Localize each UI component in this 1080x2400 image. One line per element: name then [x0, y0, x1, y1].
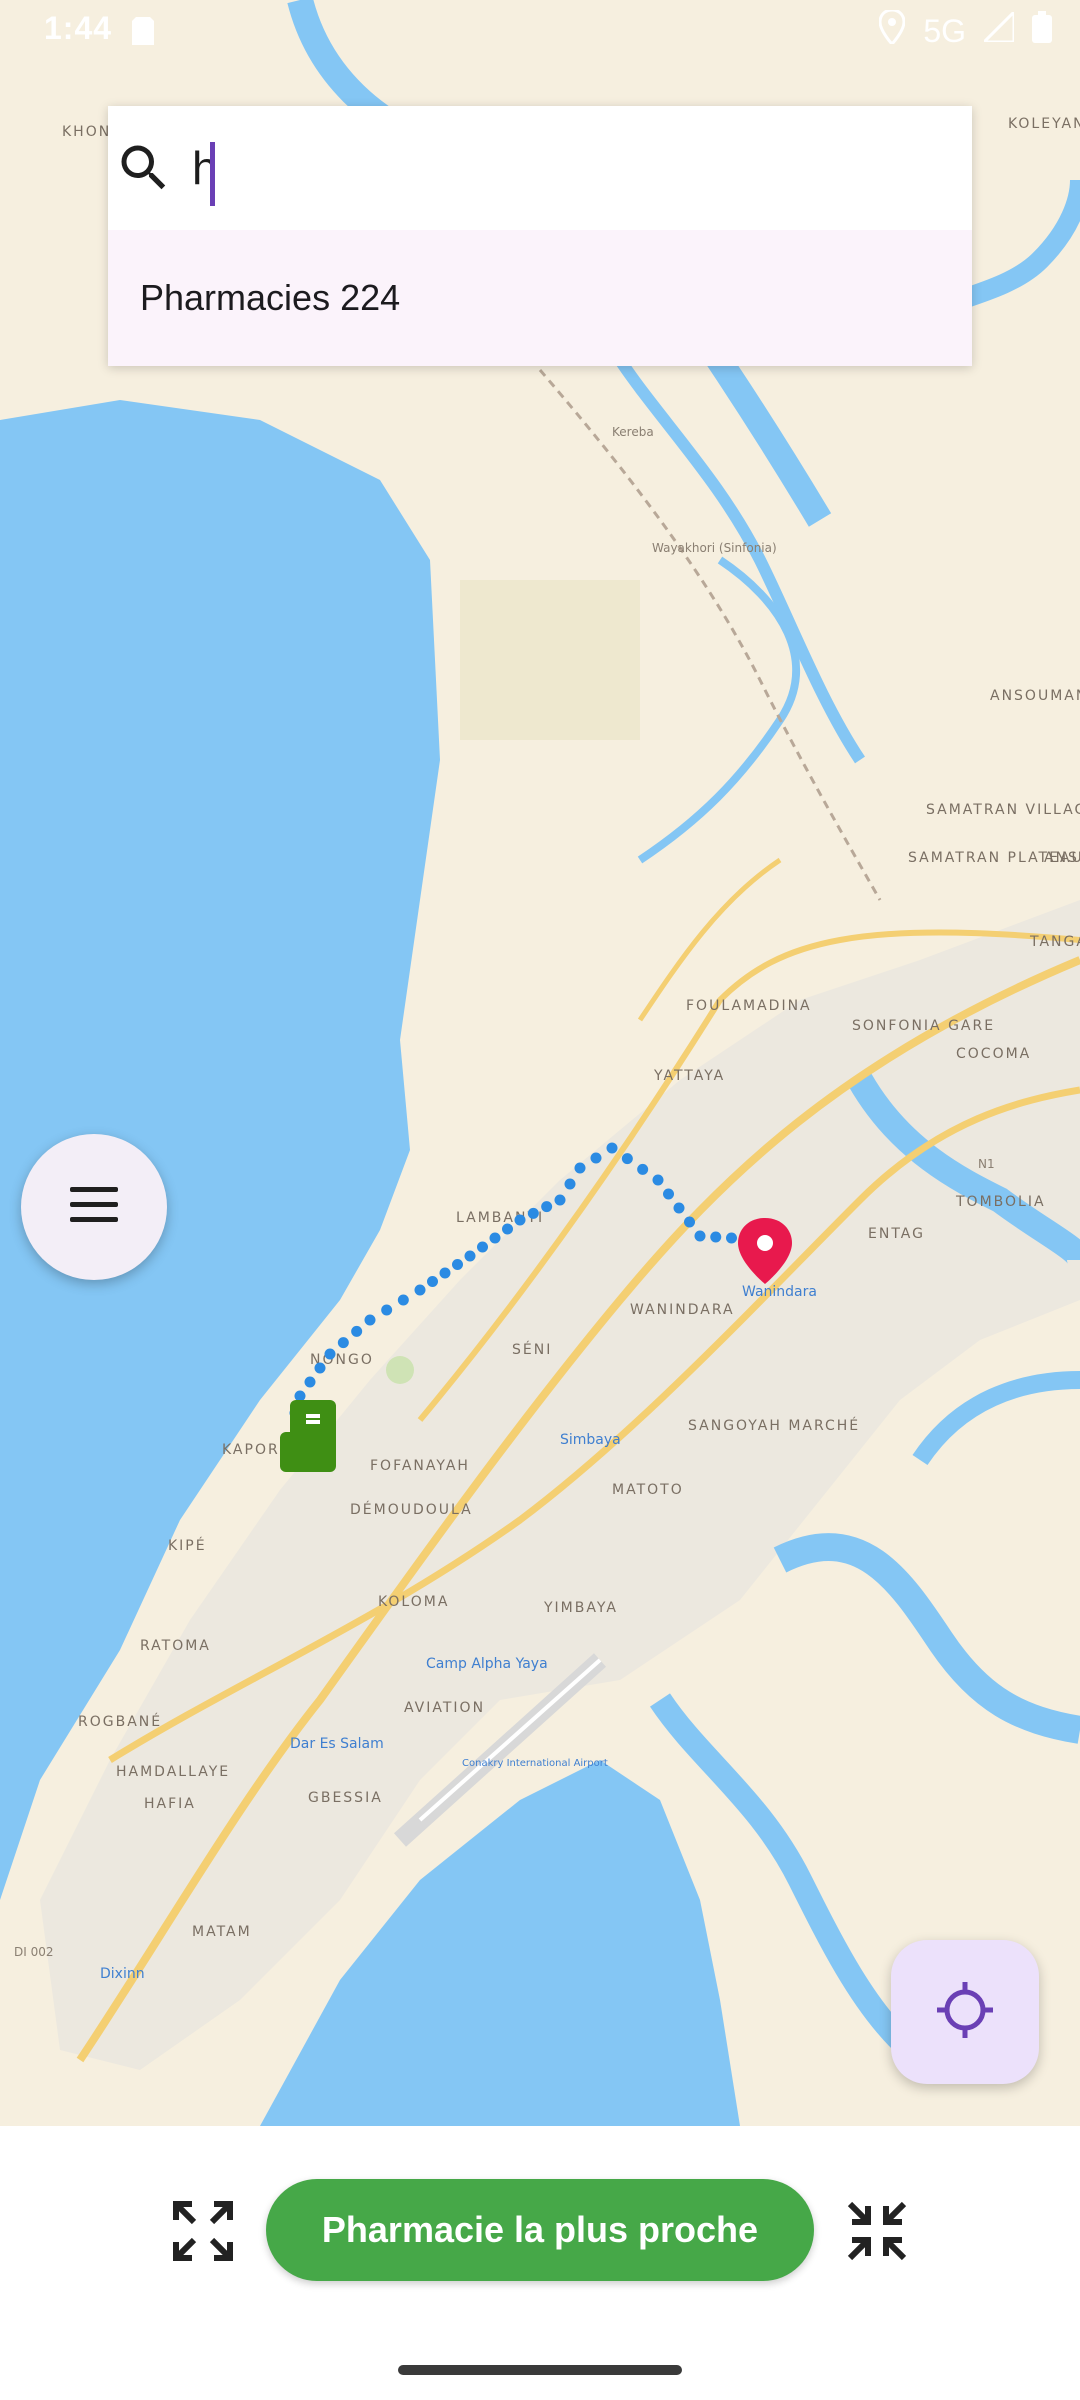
map-label: YATTAYA — [653, 1068, 725, 1084]
suggestion-label: Pharmacies 224 — [140, 277, 401, 318]
route-dot — [606, 1142, 618, 1154]
route-dot — [637, 1163, 649, 1175]
map-label: FOULAMADINA — [686, 998, 812, 1014]
search-icon — [114, 138, 174, 198]
status-time: 1:44 — [44, 10, 113, 46]
route-dot — [464, 1250, 476, 1262]
sd-card-icon — [132, 16, 154, 53]
map-label: KOLEYAN — [1008, 116, 1080, 132]
search-bar[interactable] — [108, 106, 972, 230]
route-dot — [427, 1276, 438, 1287]
route-dot — [710, 1231, 722, 1243]
map-label: RATOMA — [140, 1638, 211, 1654]
route-dot — [397, 1294, 409, 1306]
route-dot — [514, 1214, 526, 1226]
status-icons: 5G — [878, 8, 1052, 52]
route-dot — [351, 1325, 363, 1337]
route-dot — [541, 1201, 553, 1213]
route-dot — [527, 1207, 539, 1219]
fullscreen-exit-icon — [846, 2201, 908, 2266]
route-dot — [337, 1337, 349, 1349]
map-label: HAMDALLAYE — [116, 1764, 230, 1780]
poi-label: Camp Alpha Yaya — [426, 1656, 548, 1672]
route-dot — [590, 1152, 602, 1164]
route-dot — [304, 1376, 316, 1388]
route-dot — [673, 1202, 685, 1214]
map-label: ANSOU PLA — [1044, 850, 1080, 866]
map-label: SAMATRAN VILLAGE — [926, 802, 1080, 818]
route-dot — [554, 1194, 566, 1206]
my-location-button[interactable] — [891, 1940, 1039, 2084]
map-label: ENTAG — [868, 1226, 925, 1242]
route-dot — [452, 1259, 463, 1270]
route-dot — [439, 1267, 451, 1279]
map-label: MATOTO — [612, 1482, 684, 1498]
map-label: DI 002 — [14, 1945, 54, 1959]
route-dot — [621, 1153, 633, 1165]
battery-icon — [1032, 11, 1052, 51]
menu-icon — [70, 1186, 118, 1228]
route-dot — [564, 1178, 576, 1190]
map-label: GBESSIA — [308, 1790, 383, 1806]
map-label: TANGA — [1029, 934, 1080, 950]
map-label: N1 — [978, 1157, 995, 1171]
route-dot — [324, 1348, 336, 1360]
map-label: Kereba — [612, 425, 654, 439]
map-label: SANGOYAH MARCHÉ — [688, 1417, 860, 1434]
route-dot — [381, 1304, 393, 1316]
map-label: WANINDARA — [630, 1302, 735, 1318]
network-label: 5G — [923, 12, 966, 49]
route-dot — [663, 1188, 674, 1200]
route-dot — [726, 1232, 737, 1244]
poi-label: Conakry International Airport — [462, 1758, 608, 1769]
search-input[interactable] — [184, 130, 952, 206]
menu-button[interactable] — [21, 1134, 167, 1280]
map-label: Wayakhori (Sinfonia) — [652, 541, 777, 555]
map-label: COCOMA — [956, 1046, 1031, 1062]
location-icon — [878, 8, 906, 52]
text-caret — [210, 142, 215, 206]
route-dot — [414, 1284, 426, 1296]
home-indicator[interactable] — [398, 2365, 682, 2375]
route-dot — [477, 1241, 488, 1253]
map-label: YIMBAYA — [543, 1600, 618, 1616]
route-dot — [574, 1162, 586, 1174]
route-dot — [502, 1223, 513, 1235]
open-land — [460, 580, 640, 740]
map-label: DÉMOUDOULA — [350, 1501, 473, 1518]
route-dot — [684, 1216, 695, 1228]
map-label: SONFONIA GARE — [852, 1018, 995, 1034]
poi-label: Simbaya — [560, 1432, 621, 1448]
nearest-pharmacy-button[interactable]: Pharmacie la plus proche — [266, 2179, 814, 2281]
signal-icon — [980, 8, 1016, 50]
fullscreen-icon — [172, 2201, 234, 2266]
route-dot — [294, 1390, 306, 1402]
search-card: Pharmacies 224 — [108, 106, 972, 366]
route-dot — [489, 1232, 501, 1244]
search-suggestion-item[interactable]: Pharmacies 224 — [108, 230, 972, 366]
my-location-icon — [935, 1980, 995, 2045]
route-dot — [694, 1230, 706, 1242]
map-label: FOFANAYAH — [370, 1458, 470, 1474]
map-label: ANSOUMANI VILLAGE — [990, 688, 1080, 704]
route-dot — [314, 1362, 326, 1374]
map-label: AVIATION — [404, 1700, 485, 1716]
map-label: MATAM — [192, 1924, 252, 1940]
poi-label: Dixinn — [100, 1966, 145, 1982]
map-label: KIPÉ — [168, 1537, 207, 1554]
status-bar: 1:44 5G — [0, 0, 1080, 60]
map-label: SÉNI — [512, 1341, 552, 1358]
route-dot — [364, 1314, 376, 1326]
route-dot — [652, 1174, 664, 1186]
map-label: KOLOMA — [378, 1594, 449, 1610]
map-label: TOMBOLIA — [955, 1194, 1046, 1210]
park — [386, 1356, 414, 1384]
poi-label: Wanindara — [742, 1284, 817, 1300]
fullscreen-exit-button[interactable] — [846, 2200, 908, 2262]
poi-label: Dar Es Salam — [290, 1736, 384, 1752]
fullscreen-button[interactable] — [172, 2200, 234, 2262]
map-label: HAFIA — [144, 1796, 196, 1812]
map-label: ROGBANÉ — [78, 1713, 162, 1730]
